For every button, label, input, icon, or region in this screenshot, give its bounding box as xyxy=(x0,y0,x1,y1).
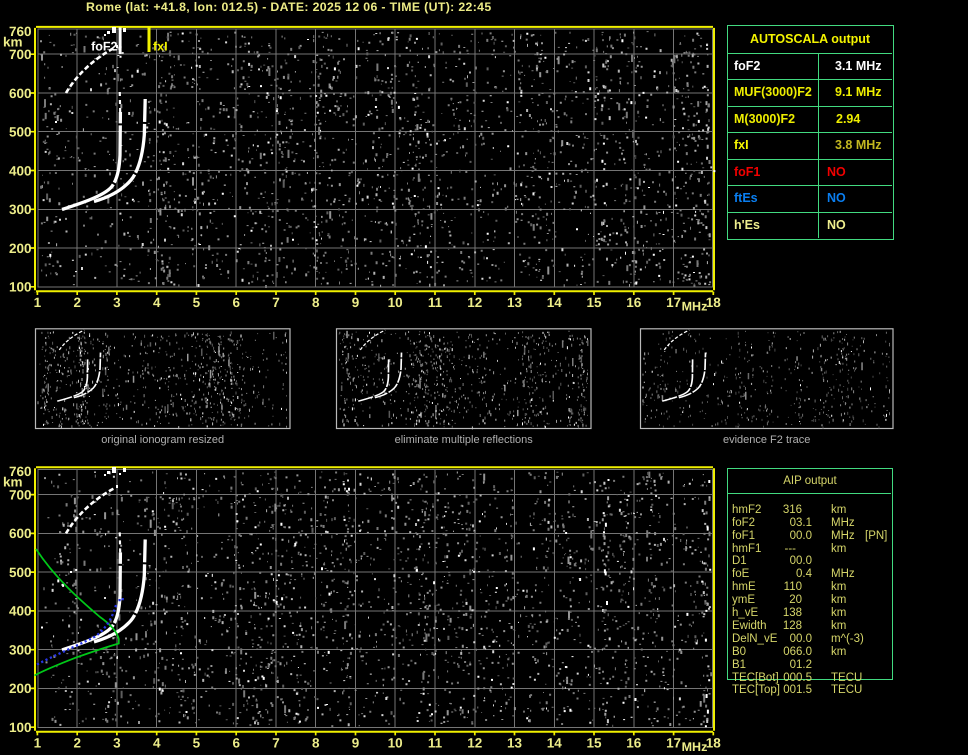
svg-text:12: 12 xyxy=(467,735,482,750)
svg-text:4: 4 xyxy=(153,735,161,750)
svg-text:500: 500 xyxy=(9,125,32,140)
svg-text:400: 400 xyxy=(9,604,32,619)
svg-text:10: 10 xyxy=(388,735,403,750)
svg-text:15: 15 xyxy=(586,735,602,750)
svg-text:18: 18 xyxy=(706,735,722,750)
svg-text:3: 3 xyxy=(113,295,121,310)
svg-text:1: 1 xyxy=(34,295,42,310)
svg-text:12: 12 xyxy=(467,295,482,310)
svg-text:300: 300 xyxy=(9,202,32,217)
svg-text:2: 2 xyxy=(73,735,81,750)
svg-text:15: 15 xyxy=(586,295,602,310)
svg-text:500: 500 xyxy=(9,565,32,580)
svg-text:14: 14 xyxy=(547,295,563,310)
svg-text:5: 5 xyxy=(193,735,201,750)
svg-text:14: 14 xyxy=(547,735,563,750)
svg-text:km: km xyxy=(3,475,23,490)
svg-text:11: 11 xyxy=(428,735,443,750)
svg-text:7: 7 xyxy=(272,295,280,310)
svg-text:18: 18 xyxy=(706,295,722,310)
svg-text:2: 2 xyxy=(73,295,81,310)
svg-text:fxI: fxI xyxy=(153,39,168,53)
svg-text:10: 10 xyxy=(388,295,403,310)
svg-text:MHz: MHz xyxy=(682,740,708,754)
svg-text:13: 13 xyxy=(507,735,523,750)
svg-text:foF2: foF2 xyxy=(91,39,117,53)
svg-text:8: 8 xyxy=(312,295,320,310)
svg-text:7: 7 xyxy=(272,735,280,750)
svg-text:300: 300 xyxy=(9,643,32,658)
svg-text:16: 16 xyxy=(626,295,642,310)
svg-text:13: 13 xyxy=(507,295,523,310)
svg-text:400: 400 xyxy=(9,163,32,178)
svg-text:11: 11 xyxy=(428,295,443,310)
svg-text:16: 16 xyxy=(626,735,642,750)
svg-text:9: 9 xyxy=(352,735,360,750)
svg-text:5: 5 xyxy=(193,295,201,310)
svg-text:3: 3 xyxy=(113,735,121,750)
svg-text:1: 1 xyxy=(34,735,42,750)
svg-text:200: 200 xyxy=(9,681,32,696)
svg-text:4: 4 xyxy=(153,295,161,310)
svg-text:200: 200 xyxy=(9,241,32,256)
svg-text:100: 100 xyxy=(9,280,32,295)
svg-text:km: km xyxy=(3,34,23,49)
svg-text:8: 8 xyxy=(312,735,320,750)
svg-text:600: 600 xyxy=(9,526,32,541)
svg-text:6: 6 xyxy=(232,295,240,310)
svg-text:600: 600 xyxy=(9,86,32,101)
svg-text:17: 17 xyxy=(666,735,681,750)
svg-text:MHz: MHz xyxy=(682,300,708,314)
svg-text:9: 9 xyxy=(352,295,360,310)
svg-text:17: 17 xyxy=(666,295,681,310)
svg-text:6: 6 xyxy=(232,735,240,750)
svg-text:100: 100 xyxy=(9,720,32,735)
